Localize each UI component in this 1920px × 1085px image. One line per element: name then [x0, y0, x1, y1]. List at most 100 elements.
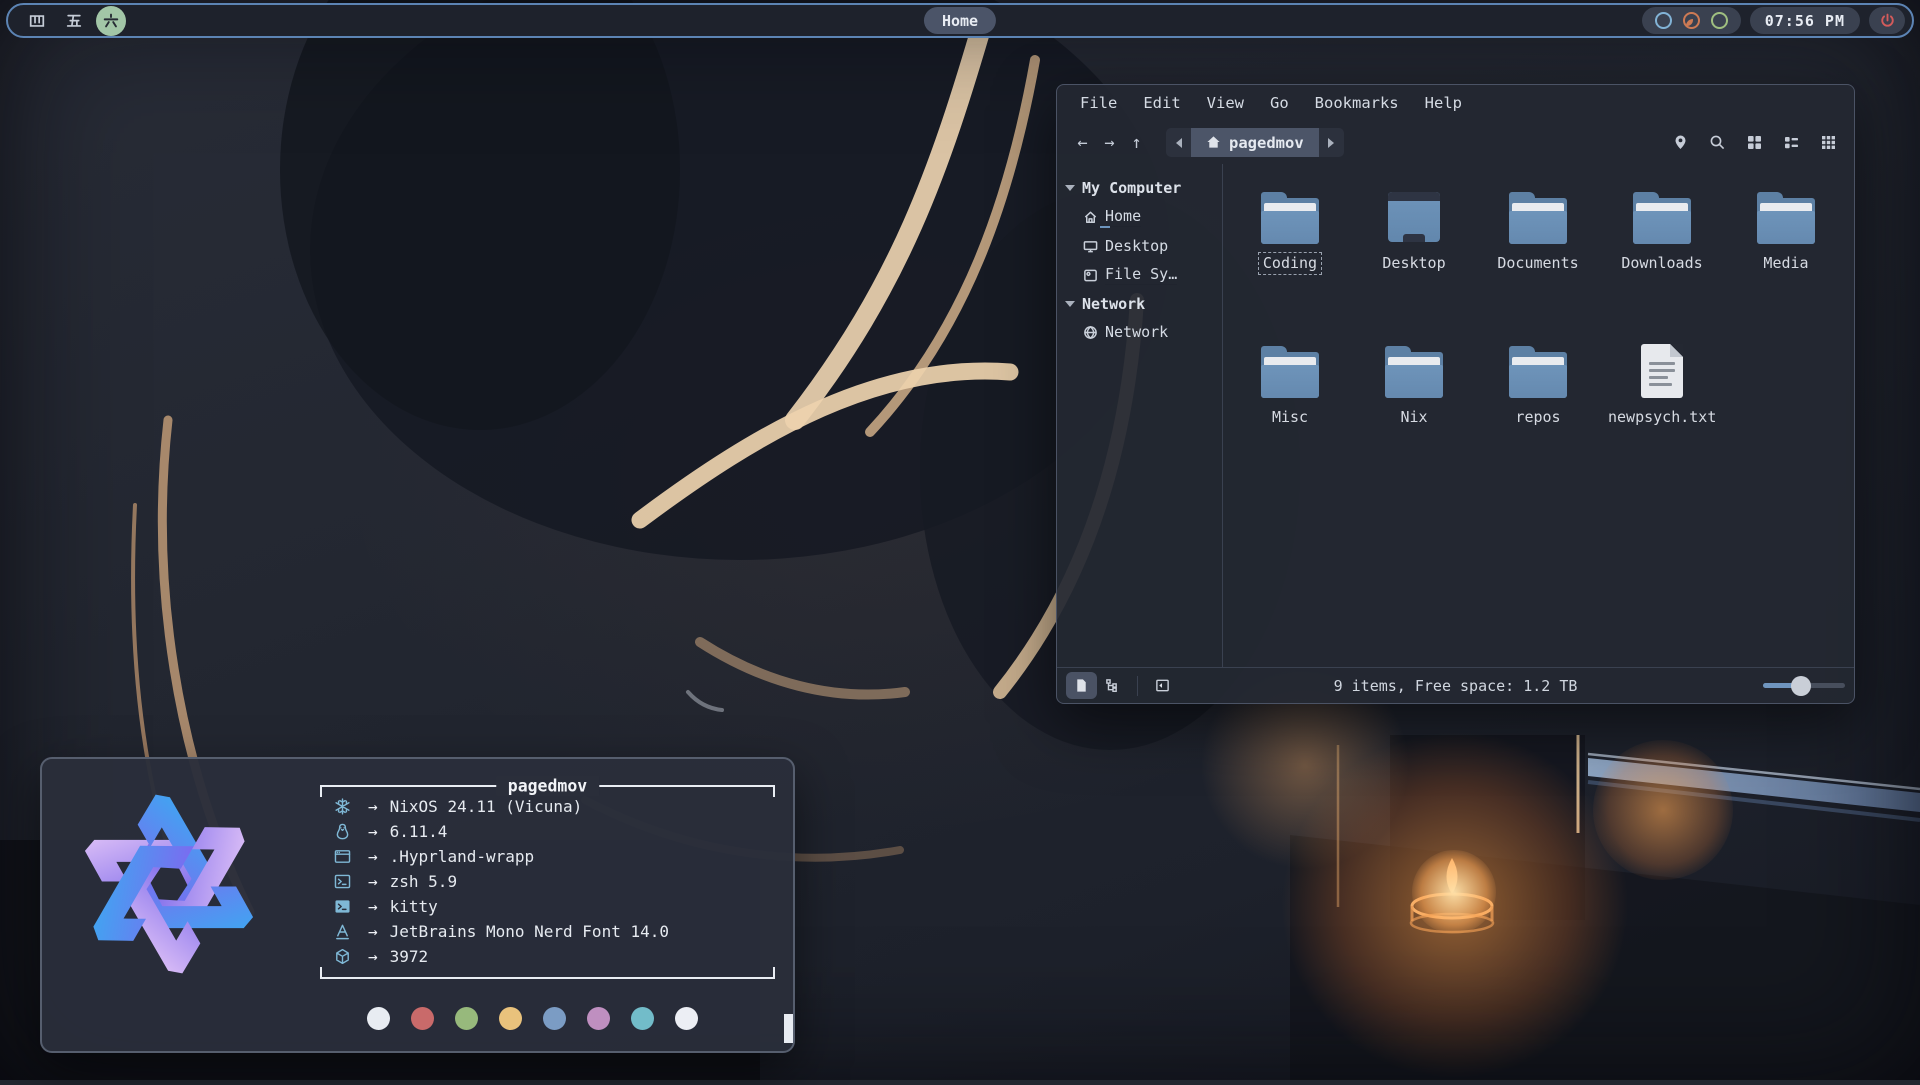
top-bar: Home 07:56 PM — [6, 3, 1914, 38]
file-item-repos[interactable]: repos — [1478, 344, 1598, 498]
palette-dot — [455, 1007, 478, 1030]
file-item-coding[interactable]: Coding — [1230, 190, 1350, 344]
file-name: repos — [1510, 406, 1565, 429]
menu-go[interactable]: Go — [1257, 90, 1302, 116]
palette-dot — [499, 1007, 522, 1030]
terminal-value: kitty — [390, 897, 438, 916]
zoom-slider[interactable] — [1763, 672, 1845, 699]
folder-icon — [1261, 190, 1319, 246]
arrow-icon: → — [368, 822, 378, 841]
file-item-newpsych-txt[interactable]: newpsych.txt — [1602, 344, 1722, 498]
detailed-list-icon — [1783, 134, 1800, 151]
section-label: My Computer — [1082, 179, 1181, 197]
file-item-downloads[interactable]: Downloads — [1602, 190, 1722, 344]
tree-pane-button[interactable] — [1097, 672, 1128, 699]
file-item-misc[interactable]: Misc — [1230, 344, 1350, 498]
icon-view-grid-icon — [1746, 134, 1763, 151]
fetch-row-font: → JetBrains Mono Nerd Font 14.0 — [330, 919, 765, 944]
workspace-6-active[interactable] — [96, 6, 126, 36]
topbar-right-modules: 07:56 PM — [1642, 7, 1905, 34]
terminal-window[interactable]: pagedmov → NixOS 24.11 (Vicuna) → 6.11.4… — [40, 757, 795, 1053]
forward-button[interactable]: → — [1096, 129, 1123, 156]
file-name: Desktop — [1377, 252, 1450, 275]
folder-icon — [1385, 344, 1443, 400]
compact-view-button[interactable] — [1815, 129, 1842, 156]
sidebar-item-file-system[interactable]: File Sy… — [1057, 260, 1222, 290]
text-document-icon — [1633, 344, 1691, 400]
workspace-4[interactable] — [22, 6, 52, 36]
palette-dot — [543, 1007, 566, 1030]
places-pane-button[interactable] — [1066, 672, 1097, 699]
file-name: newpsych.txt — [1603, 406, 1721, 429]
compact-view-grid-icon — [1820, 134, 1837, 151]
sidebar-item-network[interactable]: Network — [1057, 318, 1222, 346]
sidebar-section-my-computer[interactable]: My Computer — [1057, 174, 1222, 202]
toggle-side-pane-button[interactable] — [1147, 672, 1178, 699]
menu-bookmarks[interactable]: Bookmarks — [1302, 90, 1412, 116]
fetch-row-kernel: → 6.11.4 — [330, 819, 765, 844]
path-scroll-right-button[interactable] — [1319, 128, 1344, 157]
icon-view-button[interactable] — [1741, 129, 1768, 156]
workspace-5[interactable] — [59, 6, 89, 36]
file-item-desktop[interactable]: Desktop — [1354, 190, 1474, 344]
folder-icon — [1509, 344, 1567, 400]
arrow-icon: → — [368, 847, 378, 866]
status-text: 9 items, Free space: 1.2 TB — [1334, 677, 1578, 695]
arrow-icon: → — [368, 922, 378, 941]
up-button[interactable]: ↑ — [1123, 129, 1150, 156]
fastfetch-box: pagedmov → NixOS 24.11 (Vicuna) → 6.11.4… — [320, 785, 775, 979]
menu-file[interactable]: File — [1067, 90, 1130, 116]
clock[interactable]: 07:56 PM — [1750, 7, 1860, 34]
file-name: Misc — [1267, 406, 1313, 429]
file-item-documents[interactable]: Documents — [1478, 190, 1598, 344]
search-button[interactable] — [1704, 129, 1731, 156]
indicator-blue-circle-icon — [1655, 12, 1672, 29]
slider-handle[interactable] — [1791, 676, 1811, 696]
detailed-list-view-button[interactable] — [1778, 129, 1805, 156]
nixos-logo — [62, 777, 276, 991]
folder-icon — [1757, 190, 1815, 246]
fetch-row-terminal: → kitty — [330, 894, 765, 919]
sidebar-item-label: File Sy… — [1105, 265, 1177, 285]
path-scroll-left-button[interactable] — [1166, 128, 1191, 157]
sidebar-section-network[interactable]: Network — [1057, 290, 1222, 318]
menu-view[interactable]: View — [1194, 90, 1257, 116]
os-value: NixOS 24.11 (Vicuna) — [390, 797, 583, 816]
power-button[interactable] — [1869, 7, 1905, 34]
file-name: Documents — [1492, 252, 1583, 275]
toolbar: ← → ↑ pagedmov — [1057, 121, 1854, 164]
wm-value: .Hyprland-wrapp — [390, 847, 535, 866]
font-value: JetBrains Mono Nerd Font 14.0 — [390, 922, 669, 941]
palette-dot — [631, 1007, 654, 1030]
path-segment-label: pagedmov — [1229, 134, 1304, 152]
sidebar-item-home[interactable]: Home — [1057, 202, 1222, 232]
menu-edit[interactable]: Edit — [1130, 90, 1193, 116]
file-manager-main: My Computer Home Desktop File Sy… Networ… — [1057, 164, 1854, 667]
status-indicators[interactable] — [1642, 7, 1741, 34]
file-manager-window: File Edit View Go Bookmarks Help ← → ↑ p… — [1056, 84, 1855, 704]
menu-help[interactable]: Help — [1412, 90, 1475, 116]
shell-value: zsh 5.9 — [390, 872, 457, 891]
sidebar-item-label: Network — [1105, 323, 1168, 341]
indicator-orange-circle-icon — [1683, 12, 1700, 29]
location-button[interactable] — [1667, 129, 1694, 156]
file-item-nix[interactable]: Nix — [1354, 344, 1474, 498]
back-button[interactable]: ← — [1069, 129, 1096, 156]
packages-value: 3972 — [390, 947, 429, 966]
kernel-tux-icon — [333, 822, 352, 841]
arrow-icon: → — [368, 897, 378, 916]
sidebar-item-desktop[interactable]: Desktop — [1057, 232, 1222, 260]
side-pane-toggle-icon — [1155, 678, 1170, 693]
file-item-media[interactable]: Media — [1726, 190, 1846, 344]
fetch-row-packages: → 3972 — [330, 944, 765, 969]
arrow-icon: → — [368, 947, 378, 966]
folder-icon — [1261, 344, 1319, 400]
search-icon — [1709, 134, 1726, 151]
globe-icon — [1083, 325, 1098, 340]
fetch-hostname: pagedmov — [496, 777, 599, 796]
packages-cube-icon — [333, 947, 352, 966]
file-icon-view: Coding Desktop Documents Downloads Media… — [1223, 164, 1854, 667]
path-segment-home[interactable]: pagedmov — [1191, 128, 1319, 157]
fetch-row-shell: → zsh 5.9 — [330, 869, 765, 894]
file-name: Coding — [1258, 252, 1322, 275]
